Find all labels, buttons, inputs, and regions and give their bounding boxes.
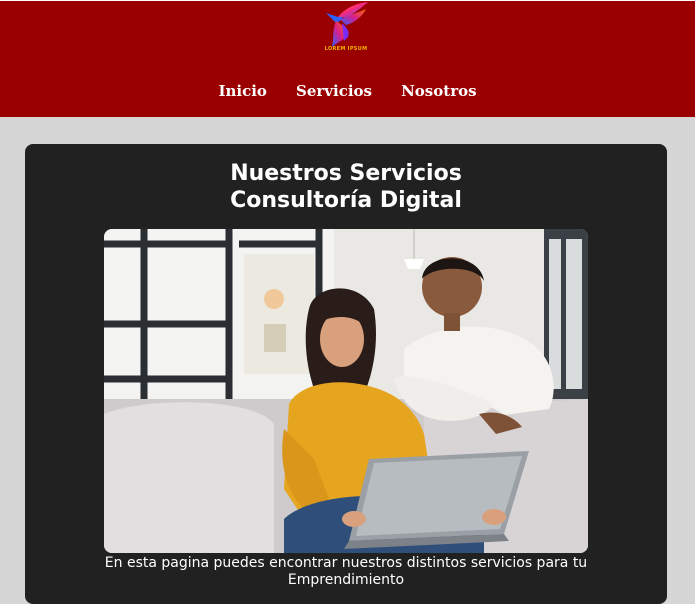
site-header: LOREM IPSUM Inicio Servicios Nosotros <box>0 1 695 117</box>
nav-link-nosotros[interactable]: Nosotros <box>401 82 476 100</box>
caption-line-2: Emprendimiento <box>287 572 405 588</box>
title-line-2: Consultoría Digital <box>230 188 462 213</box>
caption-line-1: En esta pagina puedes encontrar nuestros… <box>104 555 588 571</box>
nav-link-inicio[interactable]: Inicio <box>218 82 266 100</box>
page-title: Nuestros Servicios Consultoría Digital <box>25 160 667 214</box>
services-card: Nuestros Servicios Consultoría Digital E… <box>25 144 667 604</box>
caption-text: En esta pagina puedes encontrar nuestros… <box>25 555 667 589</box>
hero-photo <box>104 229 588 553</box>
nav-link-servicios[interactable]: Servicios <box>296 82 372 100</box>
title-line-1: Nuestros Servicios <box>230 161 462 186</box>
main-nav: Inicio Servicios Nosotros <box>0 81 695 100</box>
logo-text: LOREM IPSUM <box>324 46 368 52</box>
